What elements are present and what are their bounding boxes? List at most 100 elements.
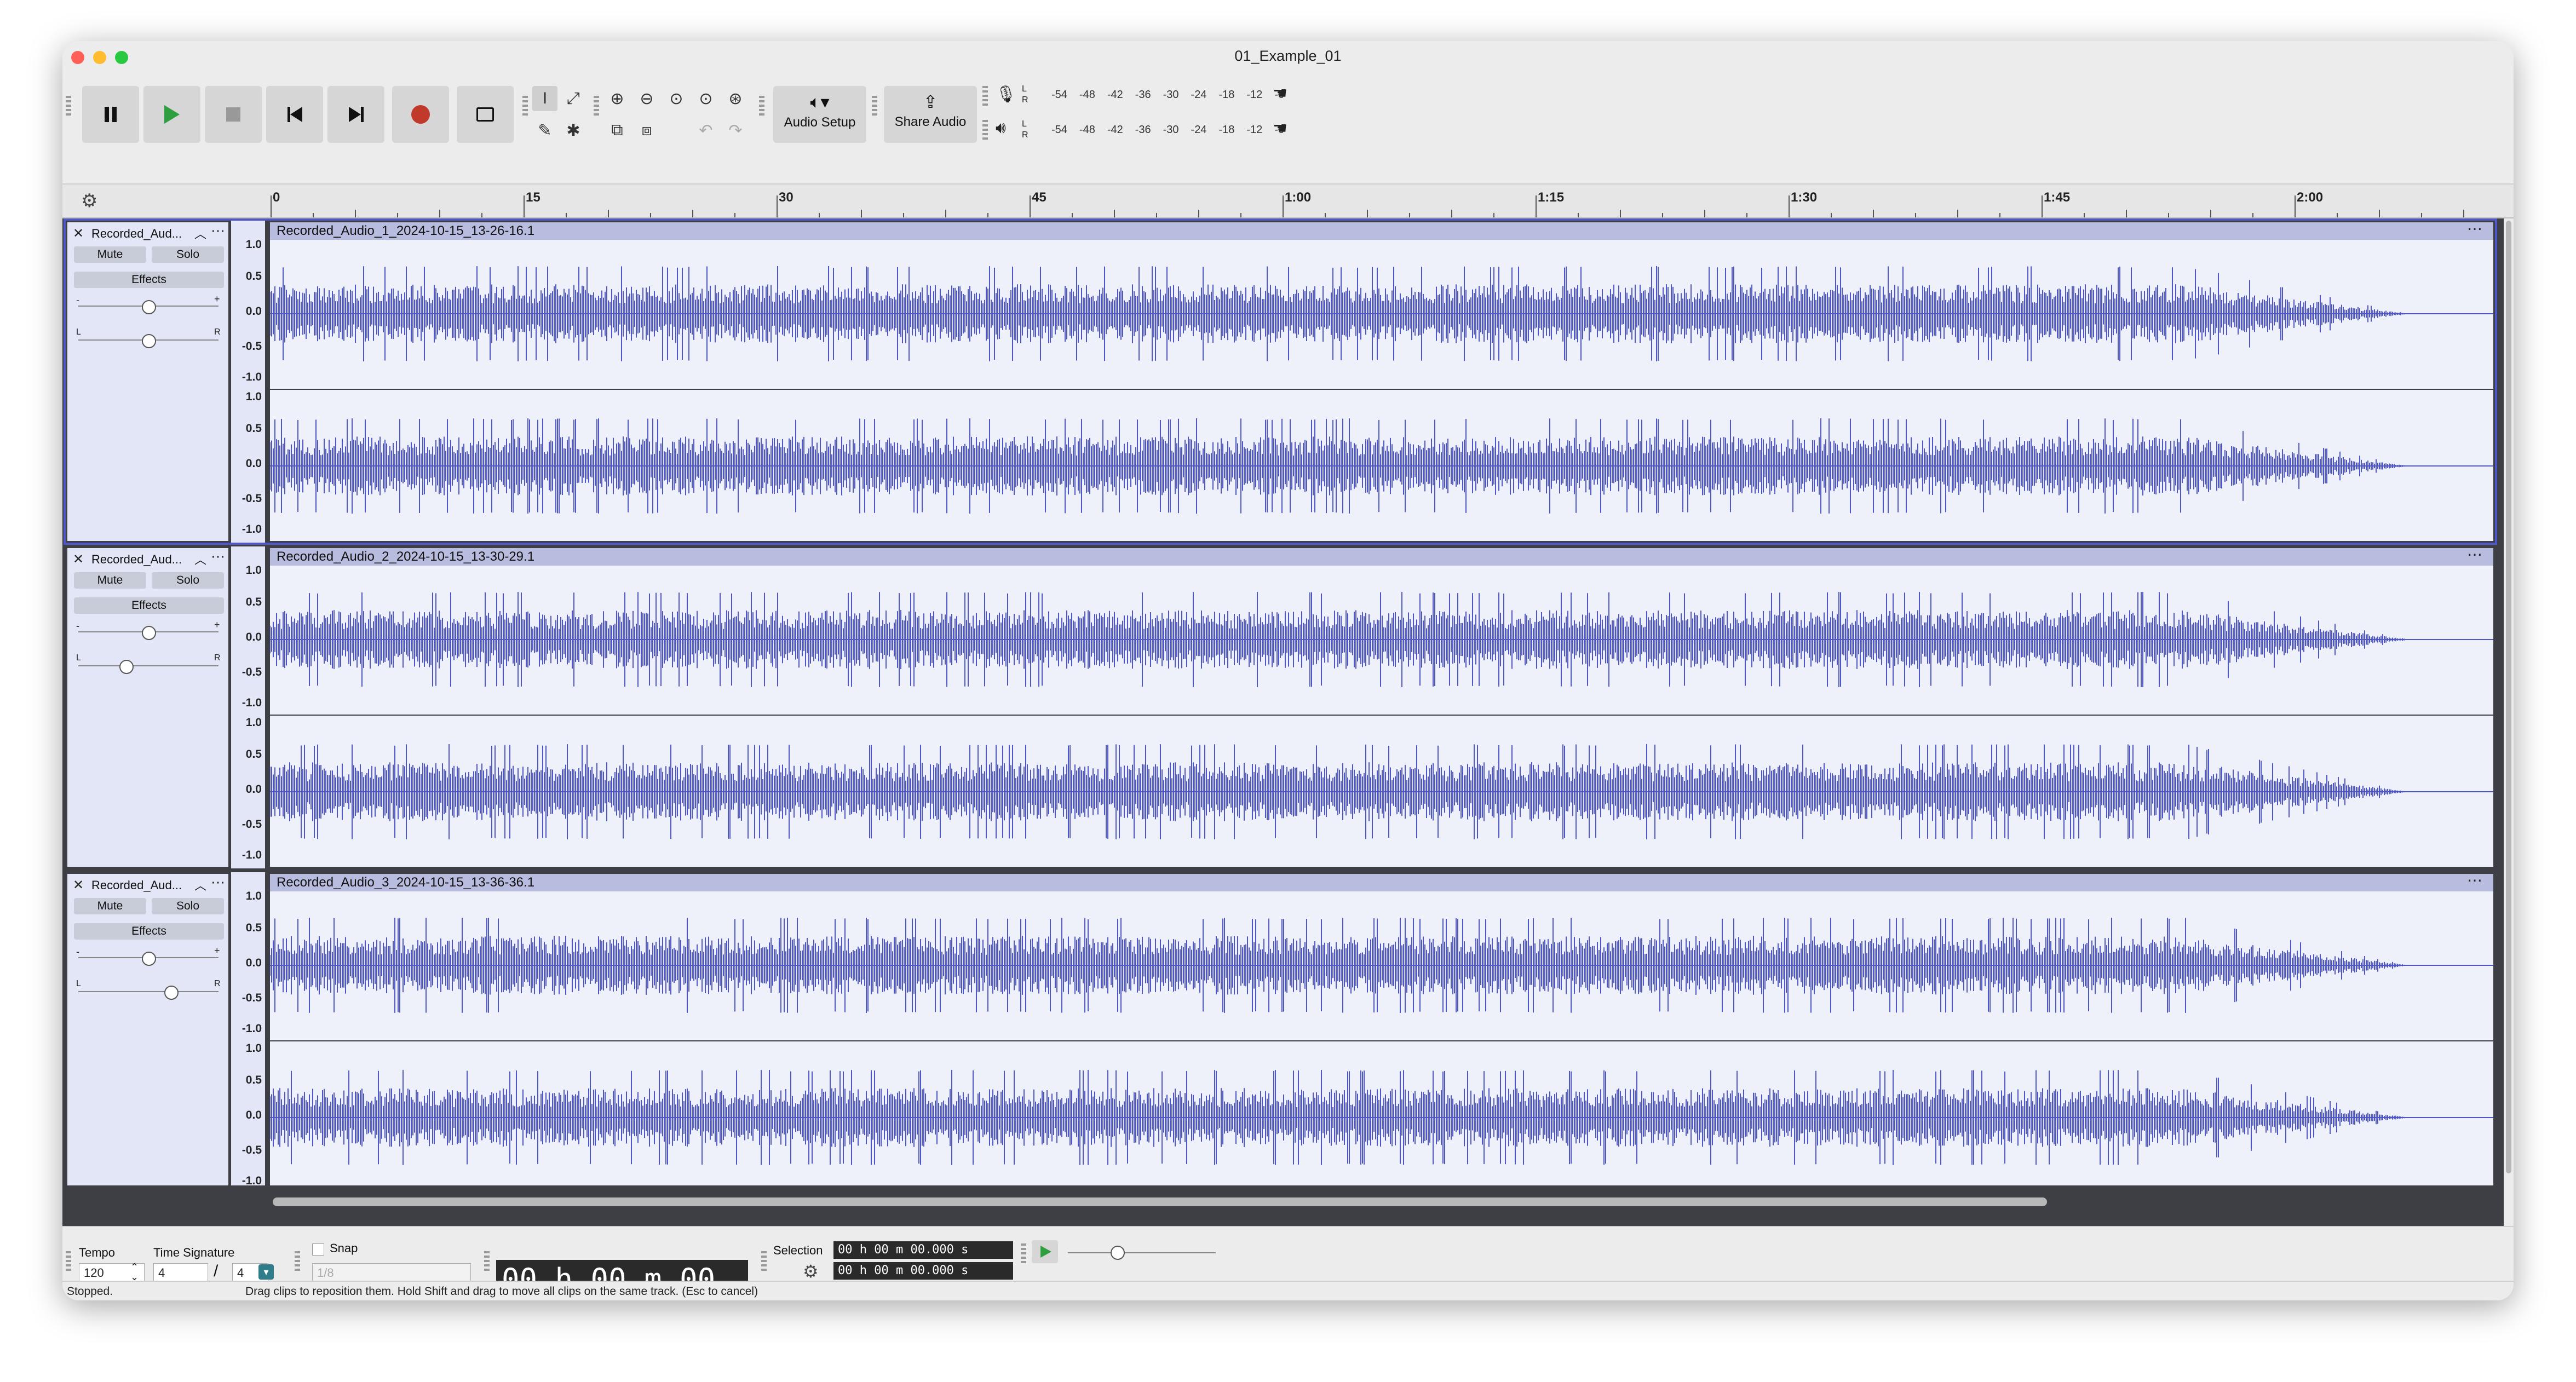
undo-button[interactable]: ↶ — [693, 118, 718, 143]
audio-clip[interactable]: Recorded_Audio_1_2024-10-15_13-26-16.1 ⋯ — [268, 220, 2495, 543]
redo-button[interactable]: ↷ — [723, 118, 748, 143]
clip-header[interactable]: Recorded_Audio_2_2024-10-15_13-30-29.1 ⋯ — [270, 546, 2493, 566]
zoom-out-button[interactable]: ⊖ — [634, 86, 659, 111]
tempo-stepper-icon[interactable]: ⌃ ⌄ — [130, 1262, 139, 1282]
horizontal-scroll-thumb[interactable] — [273, 1197, 2047, 1206]
playback-meter-hand-icon[interactable]: ☚ — [1273, 119, 1287, 138]
mute-button[interactable]: Mute — [74, 572, 146, 589]
snap-dropdown[interactable]: 1/8 — [312, 1263, 471, 1282]
meter-grip[interactable] — [982, 86, 988, 108]
solo-button[interactable]: Solo — [152, 572, 224, 589]
effects-button[interactable]: Effects — [74, 923, 224, 940]
pan-slider[interactable] — [119, 660, 134, 674]
denominator-dropdown-icon[interactable]: ▾ — [258, 1264, 274, 1280]
play-at-speed-button[interactable] — [1032, 1240, 1058, 1263]
mute-button[interactable]: Mute — [74, 898, 146, 914]
vertical-scrollbar[interactable] — [2504, 218, 2514, 1185]
track-area[interactable]: ✕ Recorded_Aud... ︿ ⋯ Mute Solo Effects … — [62, 218, 2504, 1226]
track-control-panel[interactable]: ✕ Recorded_Aud... ︿ ⋯ Mute Solo Effects … — [66, 546, 230, 868]
audio-setup-button[interactable]: 🔈︎▾ Audio Setup — [773, 86, 866, 143]
effects-button[interactable]: Effects — [74, 597, 224, 614]
playback-speaker-icon[interactable]: 🔊︎ — [996, 119, 1006, 137]
record-meter[interactable]: -54 -48 -42 -36 -30 -24 -18 -12 -6 — [1051, 84, 1296, 106]
track-control-panel[interactable]: ✕ Recorded_Aud... ︿ ⋯ Mute Solo Effects … — [66, 221, 230, 543]
track-menu-icon[interactable]: ⋯ — [211, 548, 225, 565]
skip-to-end-button[interactable] — [327, 86, 384, 143]
microphone-icon[interactable]: 🎙︎ — [996, 85, 1016, 104]
tempo-grip[interactable] — [66, 1251, 71, 1273]
pan-slider[interactable] — [164, 986, 179, 1000]
horizontal-scrollbar[interactable] — [62, 1185, 2504, 1226]
record-meter-hand-icon[interactable]: ☚ — [1273, 84, 1287, 103]
timeline-ruler[interactable]: ⚙ 0 15 30 45 1:00 1:15 1:30 1:45 2:00 — [62, 185, 2514, 218]
playback-meter[interactable]: -54 -48 -42 -36 -30 -24 -18 -12 -6 — [1051, 119, 1296, 141]
clip-menu-icon[interactable]: ⋯ — [2467, 220, 2482, 238]
audio-track[interactable]: ✕ Recorded_Aud... ︿ ⋯ Mute Solo Effects … — [66, 546, 2495, 868]
track-control-panel[interactable]: ✕ Recorded_Aud... ︿ ⋯ Mute Solo Effects … — [66, 872, 230, 1194]
share-grip[interactable] — [872, 96, 877, 118]
envelope-tool[interactable]: ⤢ — [561, 86, 586, 111]
track-menu-icon[interactable]: ⋯ — [211, 222, 225, 239]
edit-grip[interactable] — [594, 96, 599, 118]
playback-speed-track[interactable] — [1068, 1252, 1216, 1253]
selection-start[interactable]: 00 h 00 m 00.000 s — [833, 1241, 1013, 1259]
waveform-channel[interactable] — [270, 718, 2493, 866]
waveform-channel[interactable] — [270, 566, 2493, 713]
timeline-options-gear-icon[interactable]: ⚙ — [81, 190, 97, 212]
multi-tool[interactable]: ✱ — [561, 118, 586, 143]
close-track-icon[interactable]: ✕ — [73, 877, 84, 893]
playback-speed-slider[interactable] — [1111, 1246, 1125, 1260]
solo-button[interactable]: Solo — [152, 246, 224, 263]
gain-slider[interactable] — [142, 300, 156, 314]
snap-checkbox[interactable] — [312, 1243, 324, 1256]
waveform-channel[interactable] — [270, 891, 2493, 1039]
clock-grip[interactable] — [484, 1251, 490, 1273]
play-at-speed-grip[interactable] — [1021, 1243, 1026, 1265]
close-track-icon[interactable]: ✕ — [73, 226, 84, 241]
track-name[interactable]: Recorded_Aud... — [91, 552, 182, 567]
selection-grip[interactable] — [761, 1251, 767, 1273]
close-track-icon[interactable]: ✕ — [73, 551, 84, 567]
waveform-channel[interactable] — [270, 1044, 2493, 1191]
gain-slider[interactable] — [142, 952, 156, 966]
toolbar-grip[interactable] — [66, 96, 71, 118]
draw-tool[interactable]: ✎ — [532, 118, 557, 143]
waveform-channel[interactable] — [270, 392, 2493, 540]
audio-clip[interactable]: Recorded_Audio_2_2024-10-15_13-30-29.1 ⋯ — [268, 546, 2495, 868]
effects-button[interactable]: Effects — [74, 272, 224, 288]
fit-selection-button[interactable]: ⊙ — [664, 86, 689, 111]
audio-track[interactable]: ✕ Recorded_Aud... ︿ ⋯ Mute Solo Effects … — [64, 218, 2497, 545]
tools-grip[interactable] — [522, 96, 528, 118]
track-name[interactable]: Recorded_Aud... — [91, 878, 182, 892]
selection-end[interactable]: 00 h 00 m 00.000 s — [833, 1262, 1013, 1280]
clip-menu-icon[interactable]: ⋯ — [2467, 872, 2482, 889]
zoom-in-button[interactable]: ⊕ — [605, 86, 630, 111]
snap-grip[interactable] — [295, 1251, 300, 1273]
collapse-track-chevron-icon[interactable]: ︿ — [194, 876, 206, 894]
vertical-scroll-thumb[interactable] — [2506, 221, 2511, 1173]
zoom-toggle-button[interactable]: ⊛ — [723, 86, 748, 111]
gain-slider[interactable] — [142, 626, 156, 640]
loop-button[interactable] — [457, 86, 514, 143]
pan-slider[interactable] — [142, 334, 156, 348]
audio-clip[interactable]: Recorded_Audio_3_2024-10-15_13-36-36.1 ⋯ — [268, 872, 2495, 1194]
pan-slider-track[interactable] — [78, 665, 219, 666]
play-meter-grip[interactable] — [982, 120, 988, 142]
track-menu-icon[interactable]: ⋯ — [211, 874, 225, 891]
waveform-channel[interactable] — [270, 240, 2493, 388]
trim-audio-button[interactable]: ⧉ — [605, 118, 630, 143]
stop-button[interactable] — [205, 86, 262, 143]
record-button[interactable] — [392, 86, 449, 143]
clip-menu-icon[interactable]: ⋯ — [2467, 546, 2482, 563]
share-audio-button[interactable]: ⇪ Share Audio — [884, 86, 977, 143]
clip-header[interactable]: Recorded_Audio_3_2024-10-15_13-36-36.1 ⋯ — [270, 872, 2493, 891]
fit-project-button[interactable]: ⊙ — [693, 86, 718, 111]
collapse-track-chevron-icon[interactable]: ︿ — [194, 224, 206, 242]
skip-to-start-button[interactable] — [266, 86, 323, 143]
play-button[interactable] — [143, 86, 200, 143]
track-name[interactable]: Recorded_Aud... — [91, 227, 182, 241]
audio-setup-grip[interactable] — [759, 96, 764, 118]
solo-button[interactable]: Solo — [152, 898, 224, 914]
pause-button[interactable] — [82, 86, 139, 143]
selection-tool[interactable]: I — [532, 86, 557, 111]
